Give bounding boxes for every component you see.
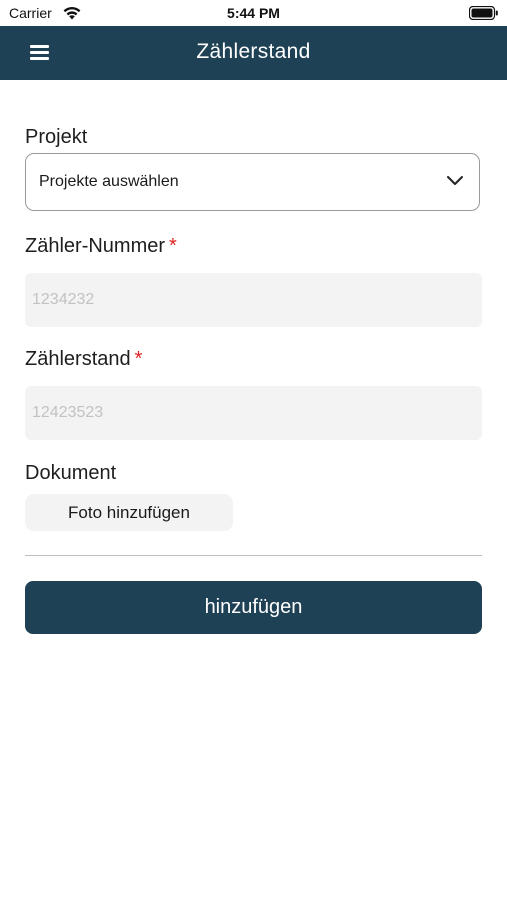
project-label: Projekt: [25, 126, 88, 148]
project-select-value: Projekte auswählen: [39, 173, 179, 190]
add-photo-button[interactable]: Foto hinzufügen: [25, 494, 233, 531]
meter-number-label: Zähler-Nummer *: [25, 235, 177, 258]
project-select[interactable]: Projekte auswählen: [25, 153, 480, 211]
status-time: 5:44 PM: [227, 5, 280, 21]
meter-reading-label-text: Zählerstand: [25, 348, 131, 370]
app-header: Zählerstand: [0, 26, 507, 80]
meter-number-label-text: Zähler-Nummer: [25, 235, 166, 257]
battery-icon: [469, 6, 498, 20]
status-bar: Carrier 5:44 PM: [0, 0, 507, 26]
divider: [25, 555, 482, 556]
required-marker: *: [169, 235, 177, 257]
meter-number-input[interactable]: [25, 273, 482, 327]
submit-button[interactable]: hinzufügen: [25, 581, 482, 634]
chevron-down-icon: [447, 176, 463, 185]
page-title: Zählerstand: [196, 40, 311, 63]
required-marker: *: [134, 348, 143, 370]
document-label: Dokument: [25, 462, 117, 484]
meter-reading-label: Zählerstand *: [25, 348, 142, 371]
meter-reading-input[interactable]: [25, 386, 482, 440]
